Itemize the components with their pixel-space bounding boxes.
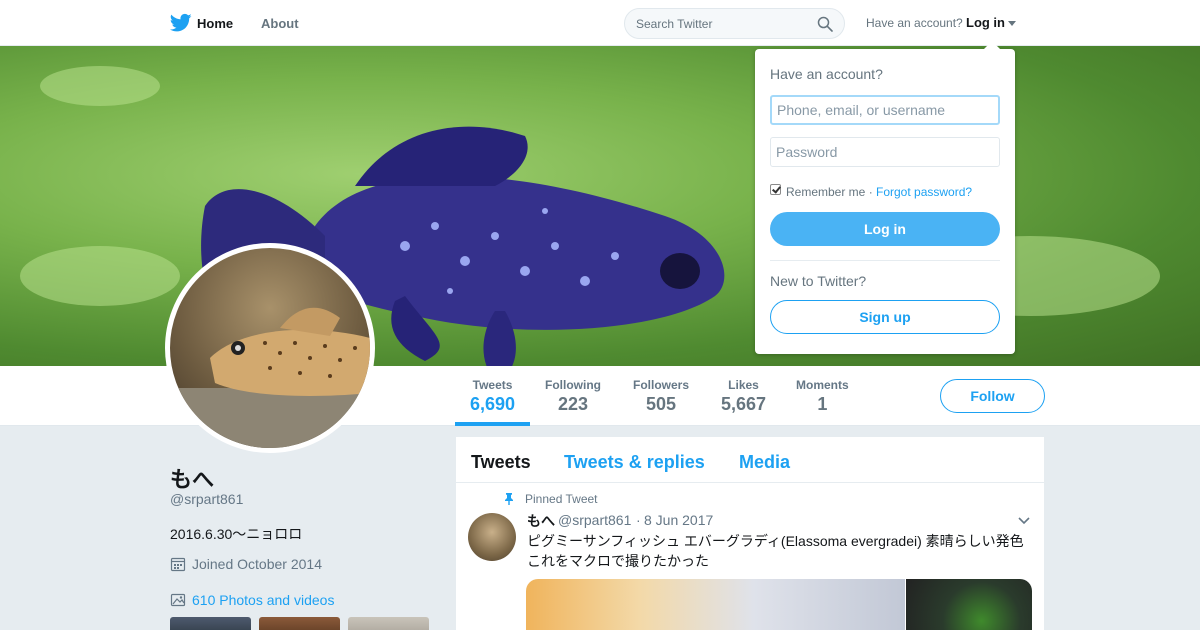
stat-value: 223 [557,394,589,414]
photo-thumbnail[interactable] [348,617,429,630]
tweet-date[interactable]: 8 Jun 2017 [644,512,713,528]
username-field[interactable] [770,95,1000,125]
profile-display-name[interactable]: もへ [170,462,214,494]
signup-button[interactable]: Sign up [770,300,1000,334]
dropdown-arrow [984,41,1000,49]
forgot-password-link[interactable]: Forgot password? [876,185,972,199]
login-button[interactable]: Log in [770,212,1000,246]
chevron-down-icon[interactable] [1008,21,1016,26]
top-navigation: Home About Have an account? Log in [0,0,1200,46]
new-to-twitter-text: New to Twitter? [770,273,867,289]
tweet-media-image[interactable] [526,579,905,630]
stat-value: 1 [817,394,828,414]
stat-moments[interactable]: Moments 1 [796,378,849,415]
tab-tweets[interactable]: Tweets [471,452,531,473]
photos-videos-link[interactable]: 610 Photos and videos [192,592,334,608]
remember-me-checkbox[interactable] [770,184,781,195]
tweet-text: これをマクロで撮りたかった [527,553,709,569]
stat-value: 5,667 [721,394,767,414]
stat-value: 505 [645,394,677,414]
nav-about-link[interactable]: About [261,16,299,31]
remember-me-label: Remember me · [786,185,873,199]
tab-media[interactable]: Media [739,452,790,473]
active-tab-indicator [455,422,530,426]
login-dropdown: Have an account? Remember me · Forgot pa… [755,41,1015,354]
stat-following[interactable]: Following 223 [545,378,601,415]
joined-date: Joined October 2014 [192,556,322,572]
login-menu-link[interactable]: Log in [966,15,1005,30]
timeline: Tweets Tweets & replies Media Pinned Twe… [456,437,1044,630]
tweet-author-name[interactable]: もへ [527,511,555,531]
stat-label: Followers [633,378,690,392]
twitter-bird-icon[interactable] [170,13,192,33]
stat-label: Likes [728,378,759,392]
stat-followers[interactable]: Followers 505 [633,378,689,415]
photo-thumbnail[interactable] [170,617,251,630]
tweet-text: ピグミーサンフィッシュ エバーグラディ(Elassoma evergradei)… [527,533,1024,549]
divider [770,260,1000,261]
tweet-author-handle[interactable]: @srpart861 [558,512,631,528]
profile-avatar[interactable] [165,243,375,453]
calendar-icon [170,557,186,572]
stat-label: Following [545,378,601,392]
tweet-author-avatar[interactable] [468,513,516,561]
stat-likes[interactable]: Likes 5,667 [721,378,766,415]
stat-label: Moments [796,378,849,392]
have-account-text: Have an account? [866,16,963,30]
login-dropdown-title: Have an account? [770,66,883,82]
pinned-tweet-label: Pinned Tweet [525,492,598,506]
avatar-fish-image [170,307,370,448]
stat-tweets[interactable]: Tweets 6,690 [470,378,515,415]
tweet-media-image[interactable] [906,579,1032,630]
tab-tweets-replies[interactable]: Tweets & replies [564,452,705,473]
banner-plant [20,246,180,306]
stat-value: 6,690 [470,394,516,414]
profile-screen-name[interactable]: @srpart861 [170,491,243,507]
search-icon[interactable] [817,16,833,32]
photo-icon [170,593,186,607]
nav-home-link[interactable]: Home [197,16,233,31]
password-field[interactable] [770,137,1000,167]
pin-icon [505,493,513,505]
stat-label: Tweets [472,378,513,392]
search-input[interactable] [636,15,811,33]
banner-plant [40,66,160,106]
follow-button[interactable]: Follow [940,379,1045,413]
profile-bio: 2016.6.30〜ニョロロ [170,526,303,542]
search-box [624,8,845,39]
photo-thumbnail[interactable] [259,617,340,630]
timeline-tabs: Tweets Tweets & replies Media [456,437,1044,483]
tweet-separator: · [636,512,641,528]
chevron-down-icon[interactable] [1018,517,1030,525]
